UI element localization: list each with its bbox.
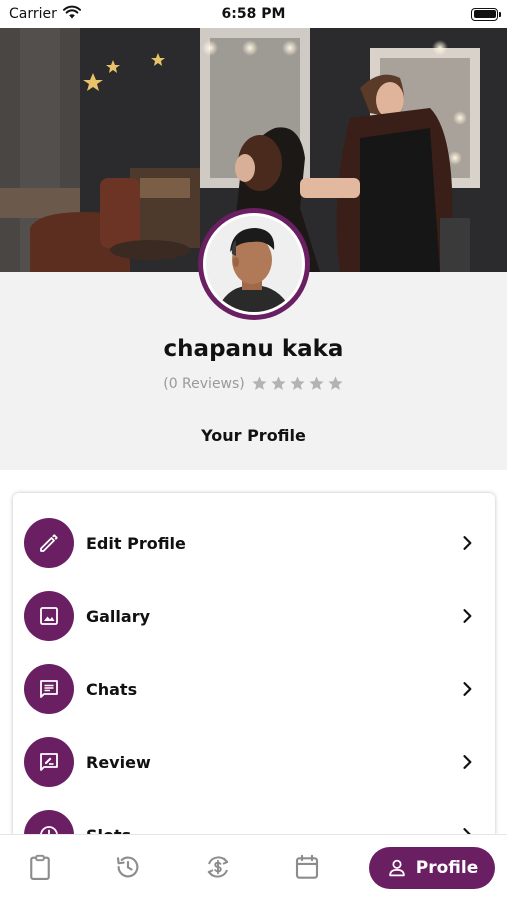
wifi-icon [62,5,81,23]
tab-bookings[interactable] [22,849,58,885]
tab-calendar[interactable] [289,849,325,885]
profile-menu: Edit Profile Gallary Chats Review Slots [13,493,495,838]
chevron-right-icon [463,536,472,550]
rating-row: (0 Reviews) [0,375,507,392]
star-rating [251,375,344,392]
menu-label: Gallary [86,606,151,626]
carrier-label: Carrier [9,6,57,22]
menu-label: Edit Profile [86,533,186,553]
menu-label: Review [86,752,151,772]
menu-item-chats[interactable]: Chats [13,659,495,719]
clipboard-icon [30,854,50,880]
star-icon [328,376,343,390]
profile-screen: Carrier 6:58 PM chapanu kaka (0 Reviews)… [0,0,507,900]
battery-icon [471,7,501,21]
tab-history[interactable] [110,849,146,885]
profile-name: chapanu kaka [163,336,344,362]
star-icon [252,376,267,390]
chevron-right-icon [463,755,472,769]
profile-avatar[interactable] [198,208,310,320]
image-icon [24,591,74,641]
tab-profile[interactable]: Profile [369,847,495,889]
menu-label: Chats [86,679,138,699]
section-title: Your Profile [201,426,306,445]
status-left: Carrier [9,5,81,23]
review-icon [24,737,74,787]
tab-payments[interactable] [200,849,236,885]
history-icon [116,856,139,878]
menu-item-gallery[interactable]: Gallary [13,586,495,646]
dollar-sync-icon [207,856,229,878]
reviews-count: (0 Reviews) [163,375,245,392]
star-icon [290,376,305,390]
status-bar: Carrier 6:58 PM [0,0,507,28]
star-icon [309,376,324,390]
menu-item-review[interactable]: Review [13,732,495,792]
pencil-icon [24,518,74,568]
menu-item-edit-profile[interactable]: Edit Profile [13,513,495,573]
tab-profile-label: Profile [415,858,479,878]
user-icon [389,859,405,877]
bottom-tab-bar: Profile [0,834,507,900]
star-icon [271,376,286,390]
calendar-icon [295,854,319,879]
chevron-right-icon [463,682,472,696]
chevron-right-icon [463,609,472,623]
chat-icon [24,664,74,714]
